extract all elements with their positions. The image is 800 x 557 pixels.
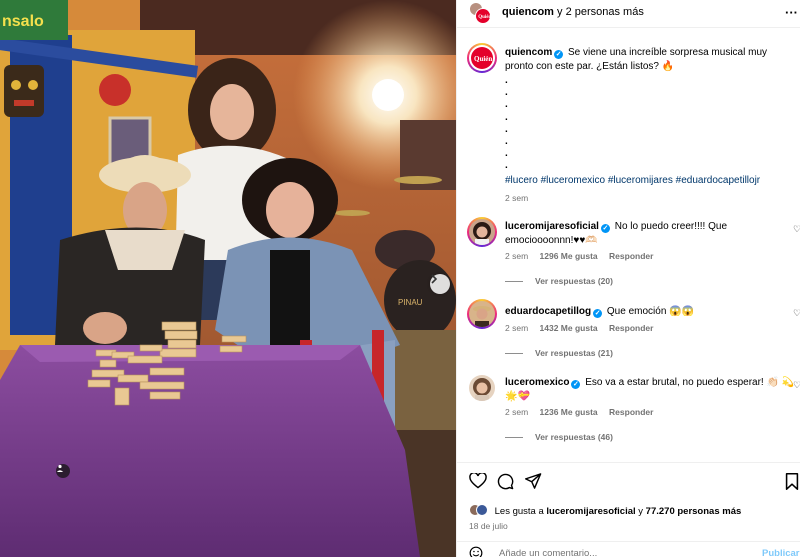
comment-body: luceromijaresoficial ✓ No lo puedo creer!… (505, 220, 795, 248)
comment-icon[interactable] (497, 473, 514, 495)
caption: quiencom ✓ Se viene una increíble sorpres… (505, 46, 795, 74)
comments-thread[interactable]: Quién quiencom ✓ Se viene una increíble s… (457, 29, 800, 462)
comment-username[interactable]: eduardocapetillog (505, 306, 591, 317)
comment-avatar[interactable] (469, 301, 495, 327)
header-username[interactable]: quiencom (502, 6, 554, 18)
likes-middle: y (638, 506, 644, 517)
caption-dot: . (505, 87, 508, 99)
caption-dots: . . . . . . . . (505, 75, 795, 173)
view-replies-button[interactable]: Ver respuestas (46) (505, 432, 613, 442)
view-replies-label: Ver respuestas (21) (535, 348, 613, 358)
comment-meta: 2 sem 1432 Me gusta Responder (505, 323, 662, 333)
avatar-photo (473, 222, 491, 245)
header-avatar-group[interactable]: Quién (469, 2, 491, 24)
caption-dot: . (505, 99, 508, 111)
likes-others[interactable]: 77.270 personas más (646, 506, 742, 517)
chevron-right-icon (431, 274, 438, 284)
carousel-next-button[interactable] (430, 274, 450, 294)
caption-time[interactable]: 2 sem (505, 193, 528, 203)
header-coauthors[interactable]: y 2 personas más (557, 6, 644, 18)
comment-input[interactable] (499, 548, 749, 557)
comment-time[interactable]: 2 sem (505, 251, 528, 261)
share-icon[interactable] (525, 473, 542, 494)
post-side-panel: Quién quiencom y 2 personas más ··· Quié… (456, 0, 800, 557)
caption-dot: . (505, 75, 508, 86)
sign-text: nsalo (2, 13, 44, 30)
heart-icon[interactable] (469, 472, 487, 494)
comment-body: luceromexico ✓ Eso va a estar brutal, no … (505, 376, 795, 404)
comment-avatar[interactable] (469, 375, 495, 401)
post-photo[interactable]: nsalo PINAU (0, 0, 456, 557)
comment-avatar[interactable] (469, 219, 495, 245)
comment-meta: 2 sem 1236 Me gusta Responder (505, 407, 662, 417)
view-replies-button[interactable]: Ver respuestas (20) (505, 276, 613, 286)
comment-composer: Publicar (457, 541, 800, 557)
more-icon[interactable]: ··· (785, 5, 798, 20)
comment-username[interactable]: luceromexico (505, 377, 569, 388)
bookmark-icon[interactable] (785, 473, 799, 495)
comment-meta: 2 sem 1296 Me gusta Responder (505, 251, 662, 261)
replies-divider (505, 437, 523, 439)
caption-username[interactable]: quiencom (505, 47, 552, 58)
post-header: Quién quiencom y 2 personas más ··· (457, 0, 800, 28)
view-replies-label: Ver respuestas (20) (535, 276, 613, 286)
verified-icon: ✓ (600, 224, 610, 233)
caption-dot: . (505, 148, 508, 160)
caption-dot: . (505, 160, 508, 172)
comment-time[interactable]: 2 sem (505, 407, 528, 417)
quien-logo: Quién (471, 47, 493, 69)
caption-meta: 2 sem (505, 193, 537, 203)
header-title[interactable]: quiencom y 2 personas más (502, 6, 644, 18)
caption-hashtags[interactable]: #lucero #luceromexico #luceromijares #ed… (505, 174, 795, 188)
comment-username[interactable]: luceromijaresoficial (505, 221, 599, 232)
comment-body: eduardocapetillog ✓ Que emoción 😱😱 (505, 305, 795, 319)
tag-icon (56, 464, 64, 472)
comment-likes[interactable]: 1296 Me gusta (540, 251, 598, 261)
view-replies-button[interactable]: Ver respuestas (21) (505, 348, 613, 358)
verified-icon: ✓ (571, 380, 581, 389)
replies-divider (505, 281, 523, 283)
verified-icon: ✓ (593, 309, 603, 318)
likes-summary[interactable]: Les gusta a luceromijaresoficial y 77.27… (469, 504, 741, 517)
reply-button[interactable]: Responder (609, 251, 653, 261)
tag-indicator[interactable] (56, 464, 70, 478)
drum-text: PINAU (398, 298, 423, 307)
caption-dot: . (505, 136, 508, 148)
emoji-icon[interactable] (469, 546, 483, 557)
likes-first-user[interactable]: luceromijaresoficial (546, 506, 635, 517)
comment-time[interactable]: 2 sem (505, 323, 528, 333)
avatar-photo (473, 306, 491, 327)
post-actions: Les gusta a luceromijaresoficial y 77.27… (457, 462, 800, 557)
avatar: Quién (470, 3, 491, 24)
comment-like-heart-icon[interactable]: ♡ (793, 380, 800, 391)
replies-divider (505, 353, 523, 355)
post-comment-button[interactable]: Publicar (762, 548, 800, 557)
avatar-photo (473, 378, 491, 401)
caption-dot: . (505, 111, 508, 123)
svg-text:Quién: Quién (478, 15, 491, 20)
reply-button[interactable]: Responder (609, 323, 653, 333)
comment-like-heart-icon[interactable]: ♡ (793, 308, 800, 319)
avatar (476, 504, 488, 516)
comment-like-heart-icon[interactable]: ♡ (793, 224, 800, 235)
caption-dot: . (505, 123, 508, 135)
verified-icon: ✓ (554, 50, 564, 59)
view-replies-label: Ver respuestas (46) (535, 432, 613, 442)
likes-prefix: Les gusta a (494, 506, 544, 517)
comment-likes[interactable]: 1432 Me gusta (540, 323, 598, 333)
caption-avatar[interactable]: Quién (469, 45, 495, 71)
comment-likes[interactable]: 1236 Me gusta (540, 407, 598, 417)
comment-text: Que emoción 😱😱 (606, 306, 695, 317)
svg-text:Quién: Quién (474, 55, 492, 63)
reply-button[interactable]: Responder (609, 407, 653, 417)
post-date[interactable]: 18 de julio (469, 521, 508, 531)
